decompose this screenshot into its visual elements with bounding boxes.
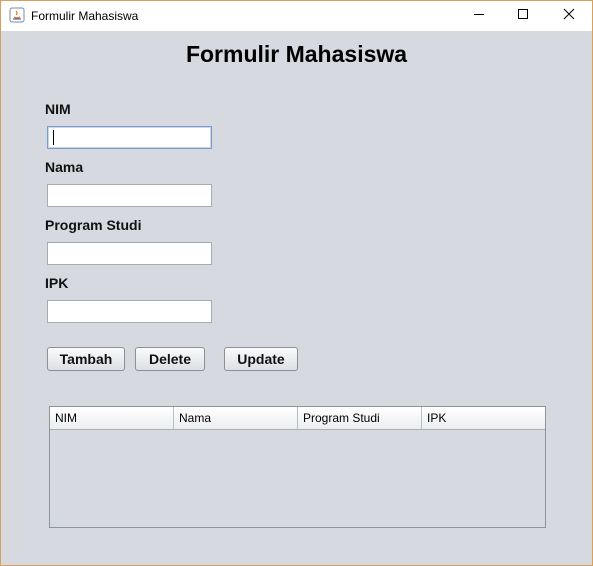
app-window: Formulir Mahasiswa Formulir Mahasiswa NI… — [0, 0, 593, 566]
form-panel: Formulir Mahasiswa NIM Nama Program Stud… — [1, 31, 592, 565]
java-app-icon — [9, 7, 25, 23]
program-studi-field[interactable] — [47, 242, 212, 265]
close-button[interactable] — [546, 1, 592, 31]
minimize-icon — [473, 7, 485, 25]
ipk-field[interactable] — [47, 300, 212, 323]
column-header-program-studi[interactable]: Program Studi — [298, 407, 422, 429]
page-title: Formulir Mahasiswa — [185, 41, 408, 67]
nim-label: NIM — [45, 101, 71, 117]
maximize-icon — [517, 7, 529, 25]
window-title: Formulir Mahasiswa — [31, 9, 139, 23]
minimize-button[interactable] — [456, 1, 502, 31]
ipk-label: IPK — [45, 275, 69, 291]
nama-label: Nama — [45, 159, 84, 175]
nama-field[interactable] — [47, 184, 212, 207]
update-button[interactable]: Update — [224, 347, 298, 371]
table-header: NIM Nama Program Studi IPK — [50, 407, 545, 430]
delete-button[interactable]: Delete — [135, 347, 205, 371]
title-bar[interactable]: Formulir Mahasiswa — [1, 1, 592, 31]
data-table[interactable]: NIM Nama Program Studi IPK — [49, 406, 546, 528]
program-studi-label: Program Studi — [45, 217, 142, 233]
column-header-ipk[interactable]: IPK — [422, 407, 545, 429]
tambah-button[interactable]: Tambah — [47, 347, 125, 371]
column-header-nim[interactable]: NIM — [50, 407, 174, 429]
nim-field[interactable] — [47, 126, 212, 149]
column-header-nama[interactable]: Nama — [174, 407, 298, 429]
maximize-button[interactable] — [500, 1, 546, 31]
close-icon — [563, 7, 575, 25]
text-caret — [53, 130, 54, 145]
